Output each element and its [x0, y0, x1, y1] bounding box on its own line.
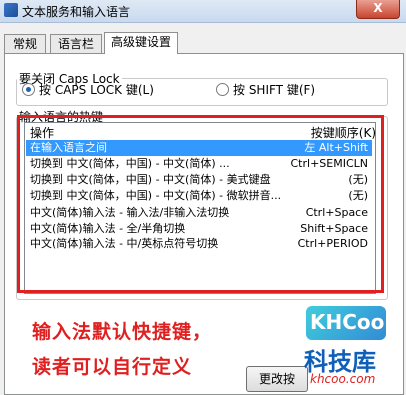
- watermark-logo: KHCoo: [310, 310, 385, 334]
- tab-general[interactable]: 常规: [4, 34, 46, 53]
- highlight-box: [17, 115, 384, 293]
- radio-button-unchecked[interactable]: [216, 83, 229, 96]
- caps-lock-radio[interactable]: 按 CAPS LOCK 键(L): [22, 81, 154, 98]
- radio-button-checked[interactable]: [22, 83, 35, 96]
- watermark: KHCoo 科技库 khcoo.com: [296, 306, 404, 390]
- tab-language-bar[interactable]: 语言栏: [50, 34, 102, 53]
- caps-lock-radio-label: 按 CAPS LOCK 键(L): [39, 83, 154, 97]
- close-button[interactable]: X: [356, 0, 400, 19]
- annotation-line-2: 读者可以自行定义: [32, 356, 193, 378]
- app-icon: [4, 3, 18, 17]
- annotation-line-1: 输入法默认快捷键，: [32, 321, 213, 343]
- tab-strip: 常规 语言栏 高级键设置: [4, 32, 404, 54]
- watermark-url: khcoo.com: [310, 372, 376, 386]
- window-title: 文本服务和输入语言: [22, 5, 131, 19]
- tab-advanced-key-settings[interactable]: 高级键设置: [104, 32, 178, 54]
- shift-radio[interactable]: 按 SHIFT 键(F): [216, 81, 315, 98]
- title-bar: 文本服务和输入语言 X: [0, 0, 406, 23]
- shift-radio-label: 按 SHIFT 键(F): [233, 83, 316, 97]
